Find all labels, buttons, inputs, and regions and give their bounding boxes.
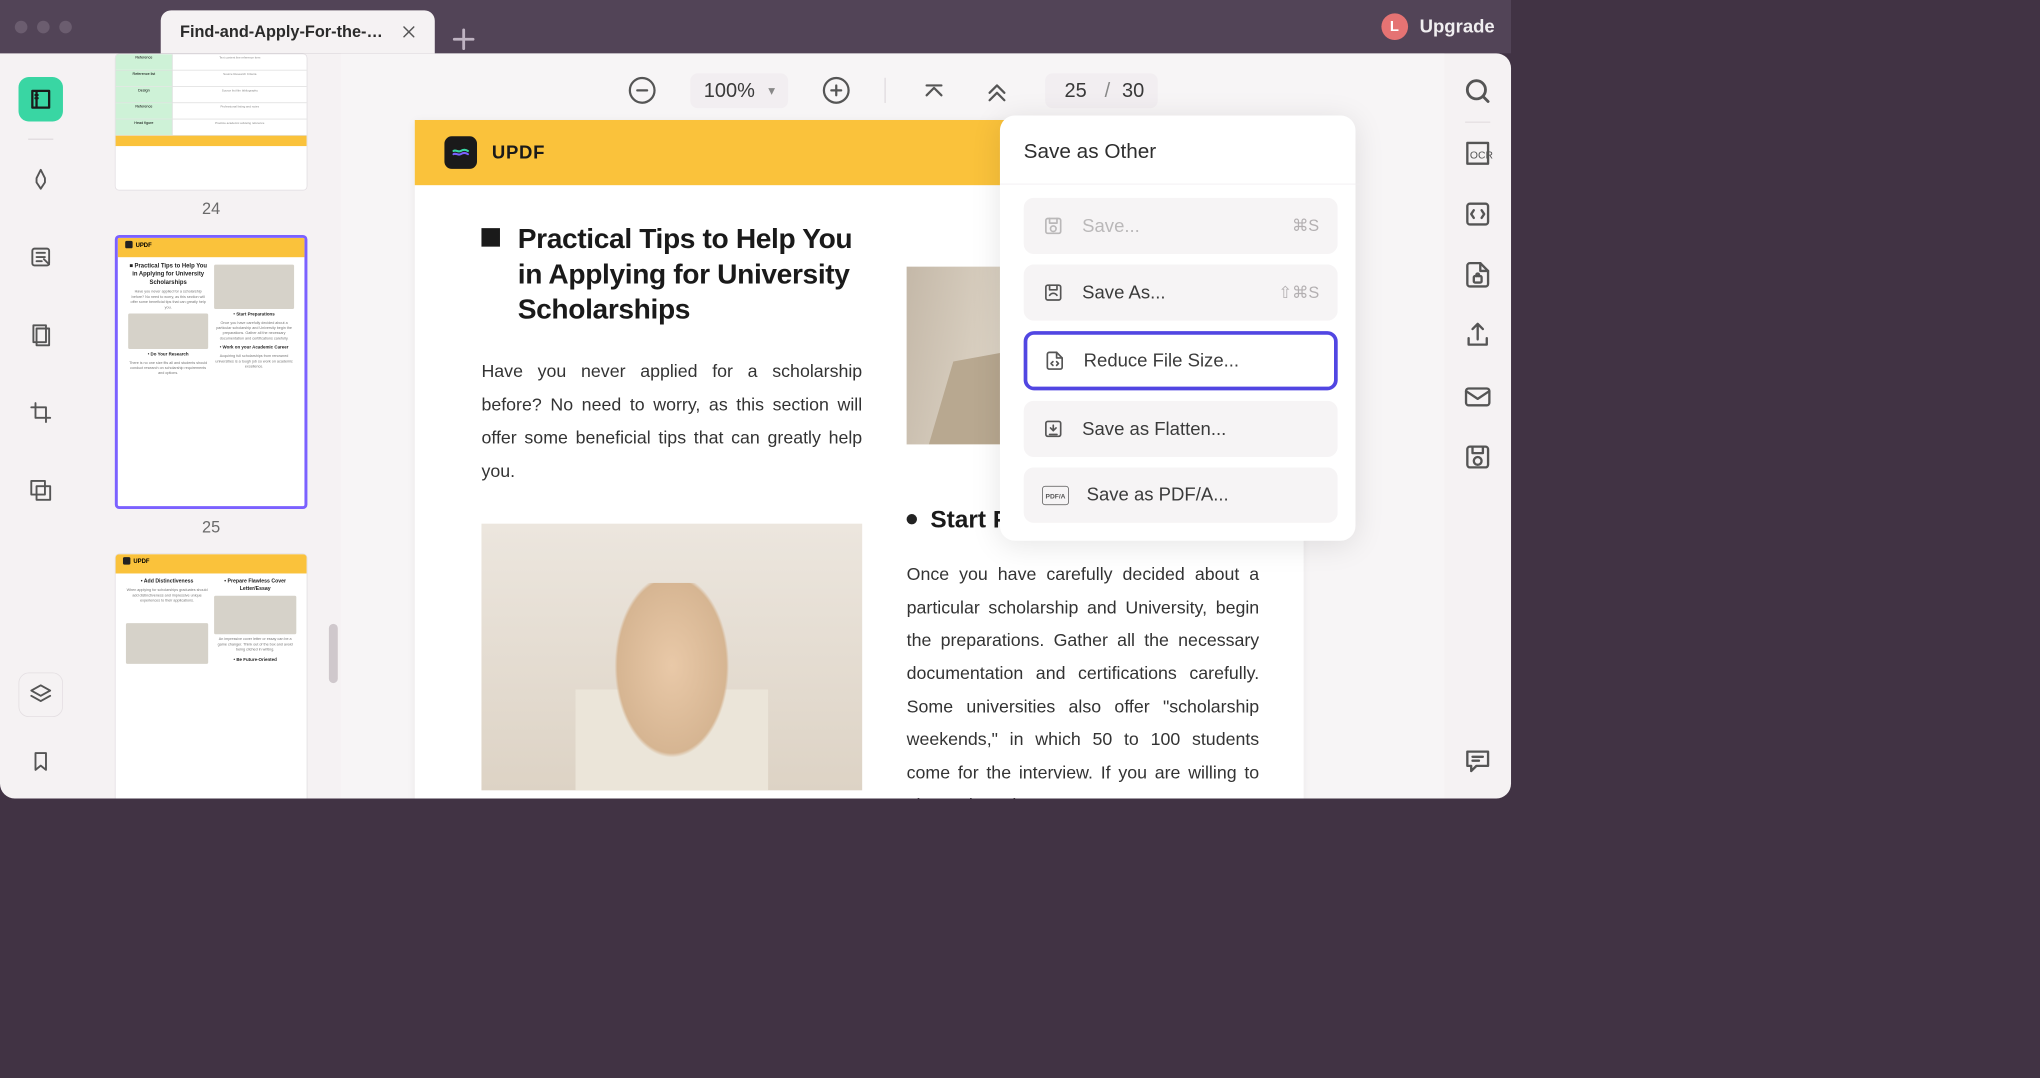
thumbnail-page-current[interactable]: UPDF ■ Practical Tips to Help You in App…: [96, 235, 326, 537]
first-page-button[interactable]: [919, 76, 949, 106]
search-button[interactable]: [1462, 76, 1493, 107]
close-tab-icon[interactable]: [401, 24, 417, 40]
save-as-shortcut: ⇧⌘S: [1278, 283, 1319, 302]
reduce-file-size-label: Reduce File Size...: [1084, 350, 1318, 371]
zoom-in-button[interactable]: [822, 76, 852, 106]
save-button[interactable]: Save... ⌘S: [1024, 198, 1338, 254]
save-as-pdfa-button[interactable]: PDF/A Save as PDF/A...: [1024, 467, 1338, 523]
minimize-window-icon[interactable]: [37, 20, 50, 33]
save-as-button[interactable]: Save As... ⇧⌘S: [1024, 264, 1338, 320]
compare-tool-button[interactable]: [19, 468, 63, 512]
protect-button[interactable]: [1462, 259, 1493, 290]
zoom-out-button[interactable]: [627, 76, 657, 106]
save-other-button[interactable]: [1462, 441, 1493, 472]
svg-text:OCR: OCR: [1470, 151, 1493, 162]
thumbnail-number: 24: [96, 199, 326, 218]
updf-logo-icon: [444, 136, 477, 169]
close-window-icon[interactable]: [15, 20, 28, 33]
page-heading: Practical Tips to Help You in Applying f…: [518, 222, 862, 328]
document-tab[interactable]: Find-and-Apply-For-the-B…: [161, 10, 435, 53]
save-as-label: Save As...: [1082, 282, 1278, 303]
window-controls: [15, 20, 72, 33]
brand-label: UPDF: [492, 142, 545, 163]
chevron-down-icon: ▾: [768, 83, 775, 99]
titlebar: Find-and-Apply-For-the-B… L Upgrade: [0, 0, 1511, 53]
right-rail: OCR: [1444, 53, 1511, 798]
avatar[interactable]: L: [1381, 13, 1408, 40]
convert-button[interactable]: [1462, 199, 1493, 230]
intro-paragraph: Have you never applied for a scholarship…: [481, 354, 862, 488]
email-button[interactable]: [1462, 381, 1493, 412]
zoom-value: 100%: [704, 79, 755, 102]
upgrade-button[interactable]: Upgrade: [1420, 16, 1495, 37]
tab-title: Find-and-Apply-For-the-B…: [180, 22, 387, 41]
document-view: 100% ▾ / 30 UPDF: [341, 53, 1445, 798]
content-image: [481, 524, 862, 791]
pdfa-label: Save as PDF/A...: [1087, 484, 1320, 505]
panel-title: Save as Other: [1024, 139, 1338, 163]
zoom-display[interactable]: 100% ▾: [690, 73, 788, 108]
thumbnail-number: 25: [96, 518, 326, 537]
layers-button[interactable]: [19, 673, 63, 717]
crop-tool-button[interactable]: [19, 390, 63, 434]
organize-tool-button[interactable]: [19, 313, 63, 357]
left-rail: [0, 53, 81, 798]
reader-tool-button[interactable]: [19, 77, 63, 121]
thumbnail-page[interactable]: UPDF • Add Distinctiveness When applying…: [96, 553, 326, 798]
save-icon: [1042, 215, 1064, 237]
save-as-other-panel: Save as Other Save... ⌘S Save As... ⇧⌘S: [1000, 116, 1356, 541]
annotate-tool-button[interactable]: [19, 157, 63, 201]
new-tab-button[interactable]: [450, 25, 478, 53]
save-shortcut: ⌘S: [1292, 216, 1319, 235]
current-page-input[interactable]: [1059, 79, 1093, 102]
bookmark-button[interactable]: [19, 739, 63, 783]
body-paragraph: Once you have carefully decided about a …: [907, 558, 1260, 798]
reduce-file-size-icon: [1044, 350, 1066, 372]
reduce-file-size-button[interactable]: Reduce File Size...: [1024, 331, 1338, 390]
flatten-label: Save as Flatten...: [1082, 418, 1319, 439]
flatten-icon: [1042, 418, 1064, 440]
prev-page-button[interactable]: [982, 76, 1012, 106]
pdfa-icon: PDF/A: [1042, 486, 1069, 505]
avatar-letter: L: [1390, 18, 1399, 35]
thumbnail-panel: ReferenceText content line reference ite…: [81, 53, 340, 798]
heading-bullet: [481, 228, 500, 247]
thumbnail-page[interactable]: ReferenceText content line reference ite…: [96, 53, 326, 218]
total-pages: 30: [1122, 79, 1144, 102]
save-label: Save...: [1082, 215, 1292, 236]
page-indicator[interactable]: / 30: [1045, 73, 1157, 108]
save-as-icon: [1042, 281, 1064, 303]
ocr-button[interactable]: OCR: [1462, 138, 1493, 169]
save-as-flatten-button[interactable]: Save as Flatten...: [1024, 401, 1338, 457]
thumbnail-scrollbar[interactable]: [329, 624, 338, 683]
comments-button[interactable]: [1462, 745, 1493, 776]
edit-tool-button[interactable]: [19, 235, 63, 279]
zoom-window-icon[interactable]: [59, 20, 72, 33]
share-button[interactable]: [1462, 320, 1493, 351]
